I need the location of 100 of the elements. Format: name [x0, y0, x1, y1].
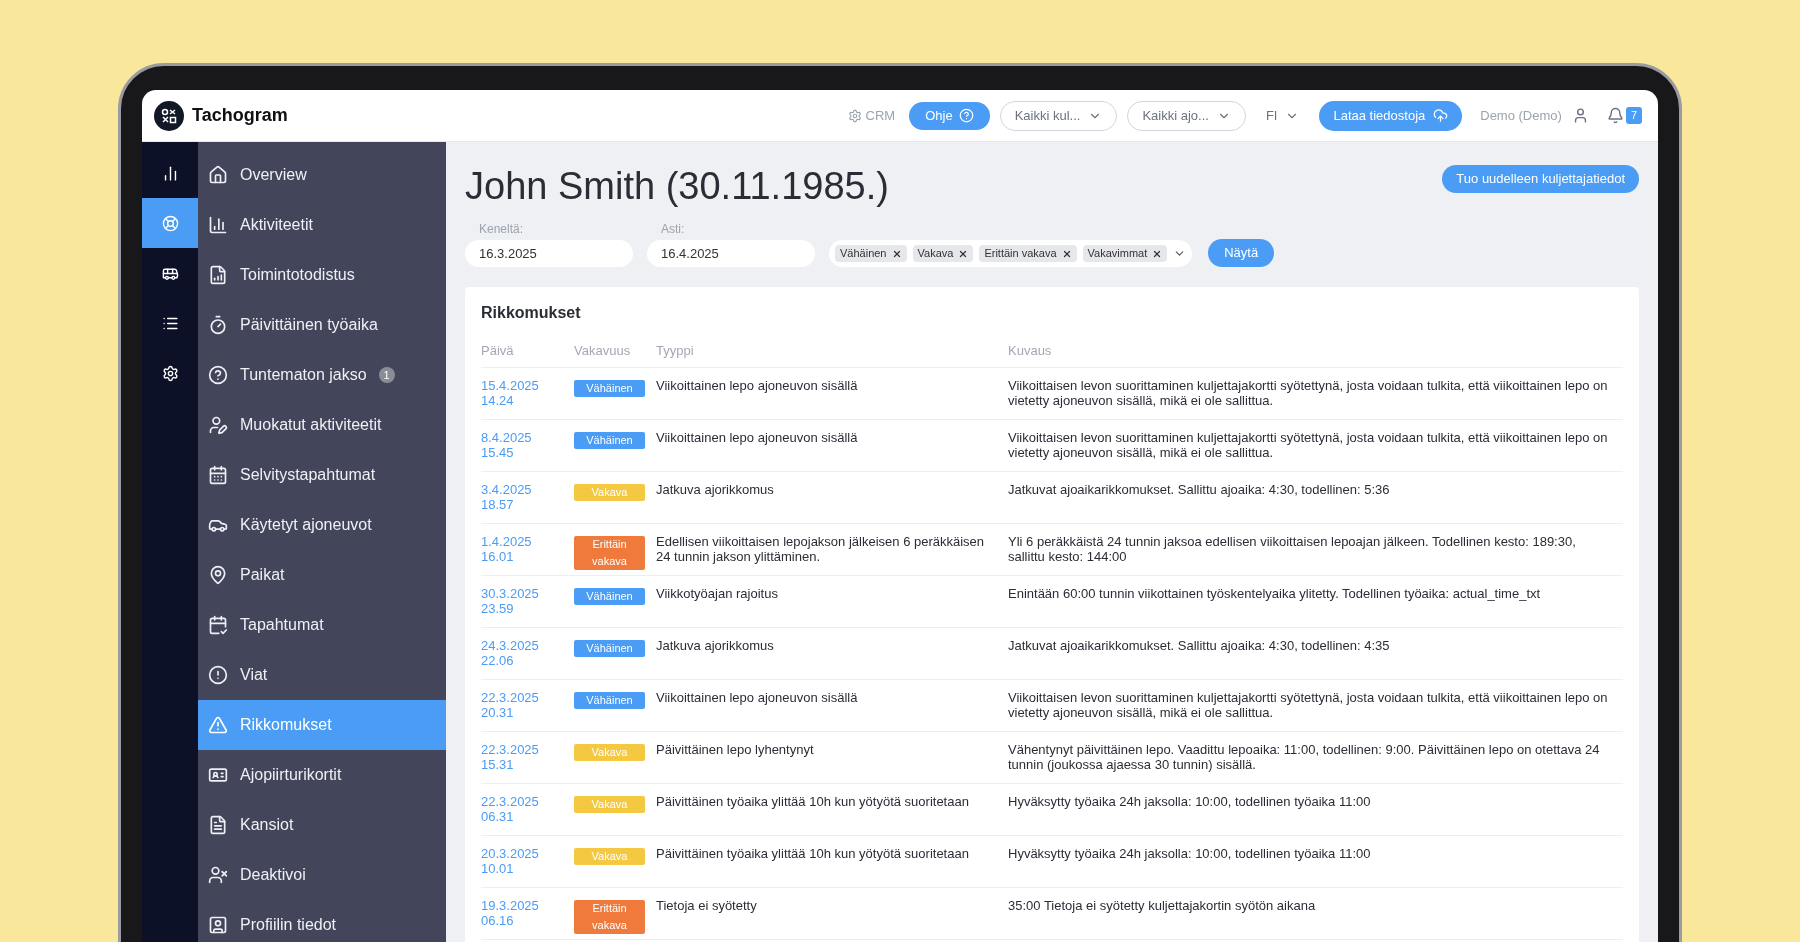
remove-icon[interactable]	[958, 248, 969, 259]
table-cell: Enintään 60:00 tunnin viikottainen työskentelyaika ylitetty. Todellinen työaika: actual_time_txt	[1008, 575, 1623, 627]
time-text[interactable]: 15.31	[481, 756, 574, 772]
remove-icon[interactable]	[891, 248, 902, 259]
table-cell: Päivittäinen työaika ylittää 10h kun yötyötä suoritetaan	[656, 835, 1008, 887]
table-cell: Päivittäinen lepo lyhentynyt	[656, 731, 1008, 783]
settings-icon	[161, 364, 179, 382]
nav-item[interactable]: Rikkomukset	[198, 700, 446, 750]
date-field[interactable]: 16.3.2025	[465, 240, 633, 267]
show-button[interactable]: Näytä	[1208, 239, 1275, 267]
table-cell: Jatkuvat ajoaikarikkomukset. Sallittu ajoaika: 4:30, todellinen: 5:36	[1008, 471, 1623, 523]
date-link[interactable]: 1.4.2025 16.01	[481, 533, 574, 564]
time-text[interactable]: 15.45	[481, 444, 574, 460]
nav-item[interactable]: Profiilin tiedot	[198, 900, 446, 942]
date-link[interactable]: 30.3.2025 23.59	[481, 585, 574, 616]
filter-chip[interactable]: Vakavimmat	[1082, 245, 1168, 262]
date-text[interactable]: 22.3.2025	[481, 793, 574, 809]
time-text[interactable]: 23.59	[481, 600, 574, 616]
filter-chip[interactable]: Vähäinen	[835, 245, 907, 262]
date-link[interactable]: 3.4.2025 18.57	[481, 481, 574, 512]
warning-icon	[208, 715, 228, 735]
date-link[interactable]: 22.3.2025 15.31	[481, 741, 574, 772]
date-link[interactable]: 20.3.2025 10.01	[481, 845, 574, 876]
column-header: Kuvaus	[1008, 335, 1623, 367]
filter-chip[interactable]: Vakava	[912, 245, 974, 262]
nav-item[interactable]: Kansiot	[198, 800, 446, 850]
table-cell: Viikoittaisen levon suorittaminen kuljettajakortti syötettynä, josta voidaan tulkita, että viikoittainen lepo on vietetty ajoneuvon sisällä, mikä ei ole sallittua.	[1008, 419, 1623, 471]
table-cell: Yli 6 peräkkäistä 24 tunnin jaksoa edellisen viikoittaisen lepoajan jälkeen. Todellinen kesto: 189:30, sallittu kesto: 144:00	[1008, 523, 1623, 575]
nav-item[interactable]: Viat	[198, 650, 446, 700]
remove-icon[interactable]	[1152, 248, 1163, 259]
upload-button[interactable]: Lataa tiedostoja	[1319, 100, 1463, 131]
help-icon	[208, 365, 228, 385]
bell-icon[interactable]	[1606, 107, 1624, 124]
nav-item[interactable]: Tuntematon jakso 1	[198, 350, 446, 400]
date-link[interactable]: 15.4.2025 14.24	[481, 377, 574, 408]
date-text[interactable]: 15.4.2025	[481, 377, 574, 393]
nav-item[interactable]: Tapahtumat	[198, 600, 446, 650]
nav-item[interactable]: Aktiviteetit	[198, 200, 446, 250]
date-text[interactable]: 3.4.2025	[481, 481, 574, 497]
date-link[interactable]: 19.3.2025 06.16	[481, 897, 574, 928]
time-text[interactable]: 06.16	[481, 912, 574, 928]
time-text[interactable]: 06.31	[481, 808, 574, 824]
date-field[interactable]: 16.4.2025	[647, 240, 815, 267]
field-label: Asti:	[661, 221, 686, 238]
nav-item[interactable]: Overview	[198, 150, 446, 200]
date-text[interactable]: 19.3.2025	[481, 897, 574, 913]
column-header: Tyyppi	[656, 335, 1008, 367]
severity-badge: Vakava	[574, 795, 645, 813]
cloud-upload-icon	[1433, 108, 1449, 123]
nav-item[interactable]: Käytetyt ajoneuvot	[198, 500, 446, 550]
profile-icon	[208, 915, 228, 935]
date-link[interactable]: 22.3.2025 20.31	[481, 689, 574, 720]
nav-item[interactable]: Paikat	[198, 550, 446, 600]
nav-item[interactable]: Ajopiirturikortit	[198, 750, 446, 800]
app-name: Tachogram	[192, 104, 288, 127]
remove-icon[interactable]	[1061, 248, 1072, 259]
field-label: Keneltä:	[479, 221, 525, 238]
severity-badge: Vähäinen	[574, 587, 645, 605]
severity-select[interactable]: Vähäinen Vakava Erittäin vakava Vakavimmat	[829, 240, 1193, 267]
date-text[interactable]: 22.3.2025	[481, 741, 574, 757]
date-text[interactable]: 1.4.2025	[481, 533, 574, 549]
time-text[interactable]: 18.57	[481, 496, 574, 512]
user-edit-icon	[208, 415, 228, 435]
severity-badge: Vähäinen	[574, 431, 645, 449]
time-text[interactable]: 20.31	[481, 704, 574, 720]
time-text[interactable]: 14.24	[481, 392, 574, 408]
help-button[interactable]: Ohje	[909, 101, 990, 130]
nav-item[interactable]: Deaktivoi	[198, 850, 446, 900]
calendar-icon	[208, 615, 228, 635]
bar-chart-icon	[208, 215, 228, 235]
logo-icon	[154, 100, 184, 131]
user-name: Demo (Demo)	[1480, 106, 1562, 125]
table-cell: Edellisen viikoittaisen lepojakson jälkeisen 6 peräkkäisen 24 tunnin jakson ylittäminen.	[656, 523, 1008, 575]
date-link[interactable]: 8.4.2025 15.45	[481, 429, 574, 460]
nav-item[interactable]: Selvitystapahtumat	[198, 450, 446, 500]
calendar-icon	[208, 465, 228, 485]
date-text[interactable]: 20.3.2025	[481, 845, 574, 861]
notification-badge: 7	[1625, 107, 1642, 124]
date-text[interactable]: 30.3.2025	[481, 585, 574, 601]
date-text[interactable]: 24.3.2025	[481, 637, 574, 653]
time-text[interactable]: 16.01	[481, 548, 574, 564]
house-icon	[208, 165, 228, 185]
time-text[interactable]: 10.01	[481, 860, 574, 876]
date-link[interactable]: 22.3.2025 06.31	[481, 793, 574, 824]
reimport-button[interactable]: Tuo uudelleen kuljettajatiedot	[1442, 165, 1639, 193]
filter-chip[interactable]: Erittäin vakava	[979, 245, 1077, 262]
date-text[interactable]: 8.4.2025	[481, 429, 574, 445]
crm-button[interactable]: CRM	[843, 105, 900, 126]
dropdown[interactable]: FI	[1255, 100, 1310, 131]
table-cell: Viikoittainen lepo ajoneuvon sisällä	[656, 419, 1008, 471]
date-link[interactable]: 24.3.2025 22.06	[481, 637, 574, 668]
table-cell: Viikoittaisen levon suorittaminen kuljettajakortti syötettynä, josta voidaan tulkita, että viikoittainen lepo on vietetty ajoneuvon sisällä, mikä ei ole sallittua.	[1008, 367, 1623, 419]
card-title: Rikkomukset	[481, 303, 582, 323]
nav-item[interactable]: Muokatut aktiviteetit	[198, 400, 446, 450]
severity-badge: Vakava	[574, 483, 645, 501]
date-text[interactable]: 22.3.2025	[481, 689, 574, 705]
table-cell: Jatkuvat ajoaikarikkomukset. Sallittu ajoaika: 4:30, todellinen: 4:35	[1008, 627, 1623, 679]
nav-item[interactable]: Päivittäinen työaika	[198, 300, 446, 350]
nav-item[interactable]: Toimintotodistus	[198, 250, 446, 300]
time-text[interactable]: 22.06	[481, 652, 574, 668]
